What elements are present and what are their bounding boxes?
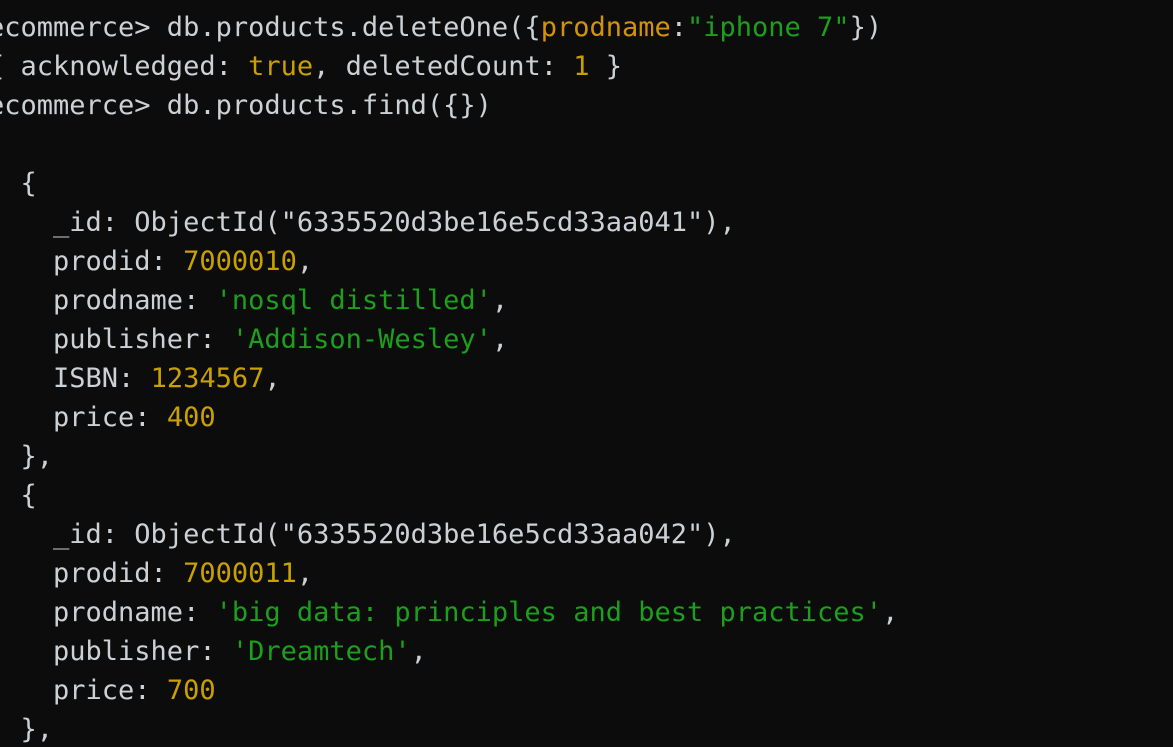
line-prompt-deleteone-seg-1: prodname	[540, 12, 671, 43]
line-doc1-prodid-seg-2: ,	[296, 246, 314, 277]
line-delete-result-seg-4: }	[589, 51, 622, 82]
line-doc1-publisher-seg-2: ,	[491, 324, 509, 355]
line-doc2-price: price: 700	[0, 671, 216, 710]
line-doc1-isbn-seg-0: ISBN:	[0, 363, 151, 394]
line-doc1-prodname-seg-0: prodname:	[0, 285, 216, 316]
line-doc1-publisher: publisher: 'Addison-Wesley',	[0, 320, 508, 359]
line-array-open: [	[0, 125, 4, 164]
line-prompt-deleteone-seg-3: "iphone 7"	[687, 12, 850, 43]
line-doc2-prodid-seg-0: prodid:	[0, 558, 184, 589]
line-doc2-prodname: prodname: 'big data: principles and best…	[0, 593, 898, 632]
line-doc1-isbn: ISBN: 1234567,	[0, 359, 281, 398]
line-doc1-prodid-seg-1: 7000010	[183, 246, 297, 277]
line-doc1-publisher-seg-1: 'Addison-Wesley'	[231, 324, 492, 355]
line-doc2-publisher-seg-1: 'Dreamtech'	[231, 636, 411, 667]
line-doc2-id-seg-0: _id: ObjectId(	[0, 519, 281, 550]
line-doc1-id: _id: ObjectId("6335520d3be16e5cd33aa041"…	[0, 203, 736, 242]
line-delete-result-seg-1: true	[248, 51, 314, 82]
line-prompt-deleteone: ecommerce> db.products.deleteOne({prodna…	[0, 8, 882, 47]
line-doc1-publisher-seg-0: publisher:	[0, 324, 232, 355]
line-doc1-open: {	[0, 164, 37, 203]
line-doc1-prodname: prodname: 'nosql distilled',	[0, 281, 508, 320]
line-doc1-id-seg-2: ),	[703, 207, 736, 238]
line-doc2-prodid-seg-1: 7000011	[183, 558, 297, 589]
line-doc1-prodid-seg-0: prodid:	[0, 246, 184, 277]
line-doc2-publisher: publisher: 'Dreamtech',	[0, 632, 427, 671]
line-doc1-price-seg-1: 400	[166, 402, 216, 433]
terminal-window[interactable]: ecommerce> db.products.deleteOne({prodna…	[0, 0, 1173, 747]
line-prompt-find-seg-0: ecommerce> db.products.find({})	[0, 90, 492, 121]
line-doc2-prodid: prodid: 7000011,	[0, 554, 313, 593]
line-doc2-publisher-seg-2: ,	[410, 636, 427, 667]
line-doc1-prodname-seg-1: 'nosql distilled'	[215, 285, 492, 316]
line-doc2-id: _id: ObjectId("6335520d3be16e5cd33aa042"…	[0, 515, 736, 554]
line-doc2-prodname-seg-0: prodname:	[0, 597, 216, 628]
line-doc2-close-seg-0: },	[20, 714, 54, 745]
line-doc1-isbn-seg-2: ,	[264, 363, 281, 394]
line-doc2-id-seg-1: "6335520d3be16e5cd33aa042"	[280, 519, 704, 550]
line-doc2-prodid-seg-2: ,	[296, 558, 314, 589]
line-doc1-id-seg-1: "6335520d3be16e5cd33aa041"	[280, 207, 704, 238]
line-array-open-seg-0: [	[0, 129, 4, 160]
line-doc1-prodname-seg-2: ,	[491, 285, 509, 316]
line-doc2-open-seg-0: {	[20, 480, 37, 511]
line-doc2-publisher-seg-0: publisher:	[0, 636, 232, 667]
line-delete-result: { acknowledged: true, deletedCount: 1 }	[0, 47, 622, 86]
line-doc2-prodname-seg-2: ,	[882, 597, 899, 628]
line-doc1-close-seg-0: },	[20, 441, 54, 472]
line-delete-result-seg-2: , deletedCount:	[313, 51, 574, 82]
line-delete-result-seg-3: 1	[573, 51, 590, 82]
line-doc1-price: price: 400	[0, 398, 216, 437]
line-doc2-id-seg-2: ),	[703, 519, 736, 550]
line-prompt-deleteone-seg-0: ecommerce> db.products.deleteOne({	[0, 12, 541, 43]
line-doc1-id-seg-0: _id: ObjectId(	[0, 207, 281, 238]
line-doc2-prodname-seg-1: 'big data: principles and best practices…	[215, 597, 883, 628]
line-prompt-deleteone-seg-4: })	[849, 12, 883, 43]
line-delete-result-seg-0: { acknowledged:	[0, 51, 249, 82]
line-prompt-deleteone-seg-2: :	[670, 12, 687, 43]
line-doc2-price-seg-1: 700	[166, 675, 216, 706]
line-doc1-isbn-seg-1: 1234567	[150, 363, 265, 394]
line-doc1-open-seg-0: {	[20, 168, 37, 199]
line-doc2-price-seg-0: price:	[0, 675, 167, 706]
line-doc1-prodid: prodid: 7000010,	[0, 242, 313, 281]
line-doc2-open: {	[0, 476, 37, 515]
line-doc1-close: },	[0, 437, 54, 476]
line-doc1-price-seg-0: price:	[0, 402, 167, 433]
line-doc2-close: },	[0, 710, 54, 747]
line-prompt-find: ecommerce> db.products.find({})	[0, 86, 492, 125]
